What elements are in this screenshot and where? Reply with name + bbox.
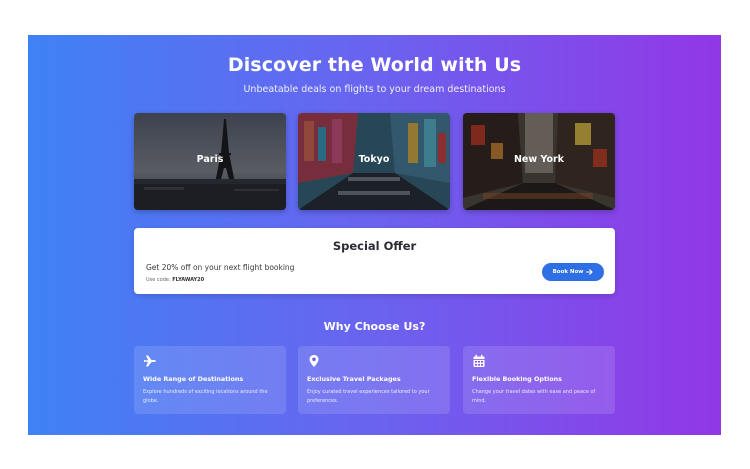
- arrow-right-icon: [586, 269, 593, 275]
- offer-text: Get 20% off on your next flight booking: [146, 263, 295, 272]
- special-offer-card: Special Offer Get 20% off on your next f…: [134, 228, 615, 294]
- destination-card-paris[interactable]: Paris: [134, 113, 286, 210]
- offer-code-line: Use code: FLYAWAY20: [146, 277, 204, 283]
- feature-title: Flexible Booking Options: [472, 375, 562, 383]
- hero-section: Discover the World with Us Unbeatable de…: [28, 35, 721, 435]
- feature-card-packages: Exclusive Travel Packages Enjoy curated …: [298, 346, 450, 414]
- destination-card-tokyo[interactable]: Tokyo: [298, 113, 450, 210]
- feature-card-booking: Flexible Booking Options Change your tra…: [463, 346, 615, 414]
- destination-card-new-york[interactable]: New York: [463, 113, 615, 210]
- destination-name: New York: [513, 154, 564, 165]
- book-now-label: Book Now: [552, 269, 584, 275]
- feature-description: Change your travel dates with ease and p…: [472, 389, 596, 404]
- map-pin-icon: [309, 355, 319, 367]
- hero-title: Discover the World with Us: [227, 54, 522, 76]
- feature-description: Enjoy curated travel experiences tailore…: [307, 389, 430, 404]
- calendar-icon: [473, 354, 485, 367]
- feature-title: Exclusive Travel Packages: [307, 375, 401, 383]
- destination-name: Tokyo: [358, 154, 390, 165]
- book-now-button[interactable]: Book Now: [542, 263, 604, 281]
- feature-card-destinations: Wide Range of Destinations Explore hundr…: [134, 346, 286, 414]
- why-choose-us-title: Why Choose Us?: [323, 320, 426, 333]
- feature-description: Explore hundreds of exciting locations a…: [143, 389, 268, 404]
- destination-name: Paris: [196, 154, 224, 165]
- offer-title: Special Offer: [332, 239, 417, 253]
- hero-subtitle: Unbeatable deals on flights to your drea…: [243, 84, 506, 95]
- offer-code-label: Use code:: [146, 277, 173, 283]
- offer-code: FLYAWAY20: [172, 277, 205, 283]
- feature-title: Wide Range of Destinations: [143, 375, 244, 383]
- plane-icon: [144, 355, 156, 367]
